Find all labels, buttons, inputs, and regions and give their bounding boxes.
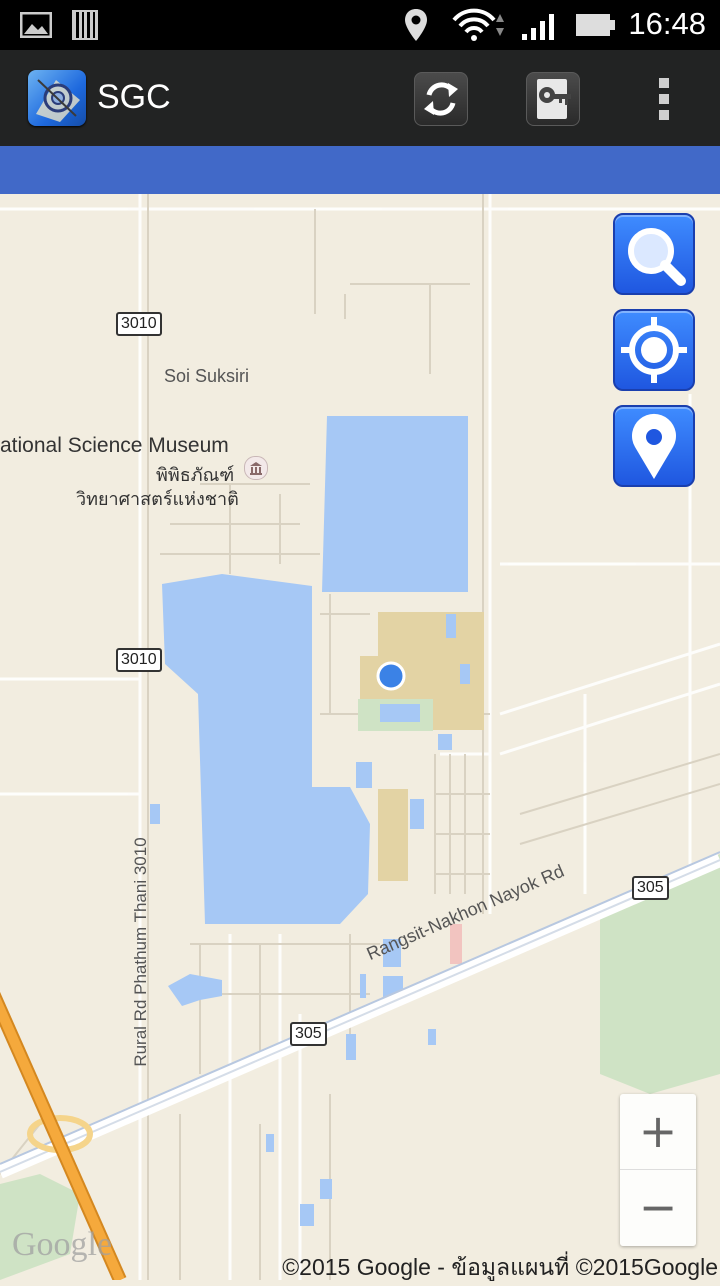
zoom-in-button[interactable]: +: [620, 1094, 696, 1170]
google-logo: Google: [12, 1226, 113, 1263]
route-shield-3010-top: 3010: [116, 312, 162, 336]
overflow-menu-button[interactable]: [654, 78, 674, 122]
search-button[interactable]: [613, 213, 695, 295]
road-vertical-label: Rural Rd Phathum Thani 3010: [131, 837, 150, 1067]
barcode-notification-icon: [72, 10, 98, 44]
login-key-icon: [537, 79, 571, 119]
search-icon: [628, 228, 686, 286]
signal-icon: [522, 12, 558, 46]
gps-target-icon: [621, 317, 687, 383]
refresh-icon: [424, 82, 458, 116]
zoom-out-button[interactable]: −: [620, 1170, 696, 1245]
map-copyright: ©2015 Google - ข้อมูลแผนที่ ©2015Google: [282, 1254, 718, 1280]
map-pin-button[interactable]: [613, 405, 695, 487]
museum-label-en: ational Science Museum: [0, 434, 229, 457]
header-band: [0, 146, 720, 194]
soi-suksiri-label: Soi Suksiri: [164, 366, 250, 386]
image-notification-icon: [19, 11, 53, 42]
gps-target-button[interactable]: [613, 309, 695, 391]
route-shield-305-right: 305: [632, 876, 669, 900]
app-title: SGC: [97, 78, 171, 116]
route-shield-305-bottom: 305: [290, 1022, 327, 1046]
status-time: 16:48: [628, 6, 706, 41]
location-icon: [404, 8, 428, 46]
status-bar: 16:48: [0, 0, 720, 50]
battery-icon: [576, 12, 616, 42]
route-shield-3010-middle: 3010: [116, 648, 162, 672]
action-bar: SGC: [0, 50, 720, 148]
refresh-button[interactable]: [414, 72, 468, 126]
wifi-icon: [452, 8, 508, 46]
museum-label-th-2: วิทยาศาสตร์แห่งชาติ: [76, 489, 239, 509]
map-view[interactable]: 3010 3010 305 305 Soi Suksiri ational Sc…: [0, 194, 720, 1280]
app-logo-icon: [28, 70, 86, 126]
museum-icon: [244, 456, 268, 480]
overflow-menu-icon: [659, 78, 669, 88]
map-canvas: [0, 194, 720, 1280]
zoom-controls: + −: [620, 1094, 696, 1246]
login-key-button[interactable]: [526, 72, 580, 126]
current-location-dot: [376, 661, 406, 691]
map-pin-icon: [632, 413, 676, 479]
